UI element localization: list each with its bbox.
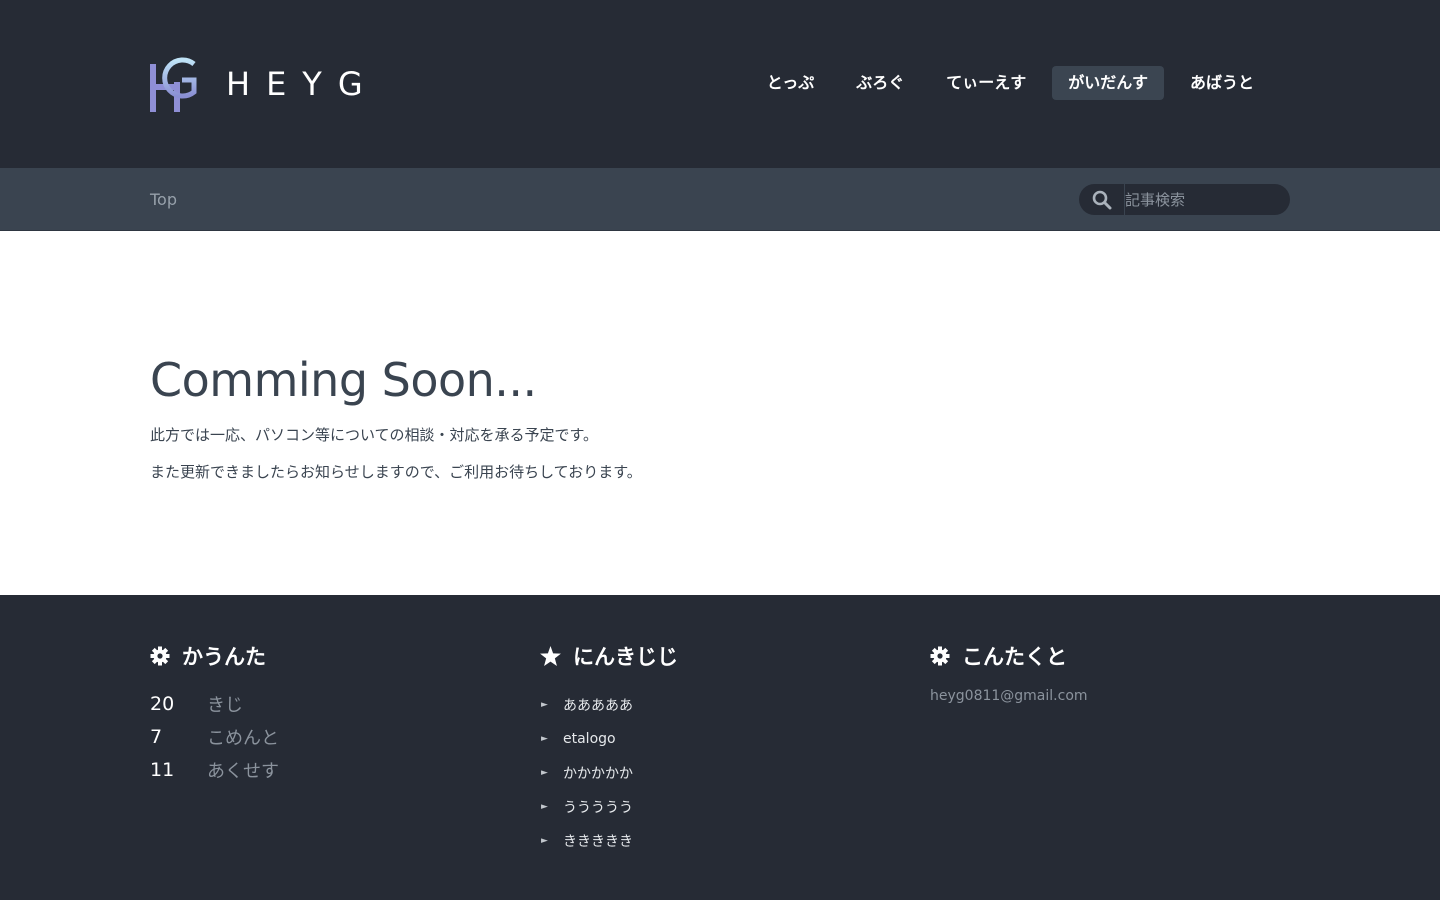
sub-bar: Top — [0, 168, 1440, 231]
list-item[interactable]: ► かかかかか — [540, 756, 678, 790]
bullet-icon: ► — [541, 802, 548, 812]
popular-list: ► あああああ ► etalogo ► かかかかか ► ううううう ► ききききき — [540, 688, 678, 858]
stat-row: 7 こめんと — [150, 720, 279, 753]
popular-title: にんきじじ — [540, 639, 678, 673]
main-nav: とっぷ ぶろぐ てぃーえす がいだんす あばうと — [751, 66, 1270, 100]
stat-value: 11 — [150, 758, 175, 781]
search-icon[interactable] — [1079, 184, 1125, 215]
popular-title-label: にんきじじ — [573, 645, 678, 669]
stat-row: 11 あくせす — [150, 753, 279, 786]
contact-widget: こんたくと heyg0811@gmail.com — [930, 639, 1088, 704]
search-box — [1079, 184, 1290, 215]
stat-value: 7 — [150, 725, 163, 748]
search-input[interactable] — [1125, 190, 1275, 209]
nav-item-ts[interactable]: てぃーえす — [930, 66, 1042, 100]
contact-title-label: こんたくと — [962, 645, 1067, 669]
site-logo[interactable]: HEYG — [150, 54, 379, 114]
main-content: Comming Soon... 此方では一応、パソコン等についての相談・対応を承… — [0, 231, 1440, 594]
nav-item-top[interactable]: とっぷ — [751, 66, 831, 100]
logo-text: HEYG — [226, 65, 379, 103]
bullet-icon: ► — [541, 734, 548, 744]
contact-title: こんたくと — [930, 639, 1088, 673]
list-item[interactable]: ► ききききき — [540, 824, 678, 858]
site-footer: かうんた 20 きじ 7 こめんと 11 あくせす にんきじじ ► あああああ — [0, 595, 1440, 900]
counter-stats: 20 きじ 7 こめんと 11 あくせす — [150, 687, 279, 786]
list-item[interactable]: ► etalogo — [540, 722, 678, 756]
page-title: Comming Soon... — [150, 353, 537, 407]
stat-row: 20 きじ — [150, 687, 279, 720]
list-item[interactable]: ► ううううう — [540, 790, 678, 824]
stat-label: きじ — [207, 694, 243, 716]
counter-title: かうんた — [150, 639, 279, 673]
nav-item-guidance[interactable]: がいだんす — [1052, 66, 1164, 100]
gear-icon — [930, 646, 950, 666]
bullet-icon: ► — [541, 836, 548, 846]
intro-paragraph: 此方では一応、パソコン等についての相談・対応を承る予定です。 — [150, 426, 599, 444]
list-item[interactable]: ► あああああ — [540, 688, 678, 722]
star-icon — [540, 646, 561, 666]
counter-widget: かうんた 20 きじ 7 こめんと 11 あくせす — [150, 639, 279, 786]
notice-paragraph: また更新できましたらお知らせしますので、ご利用お待ちしております。 — [150, 463, 642, 481]
stat-label: あくせす — [207, 760, 279, 782]
article-link[interactable]: ううううう — [563, 797, 633, 817]
stat-value: 20 — [150, 692, 175, 715]
article-link[interactable]: あああああ — [563, 695, 633, 715]
gear-icon — [150, 646, 170, 666]
bullet-icon: ► — [541, 700, 548, 710]
bullet-icon: ► — [541, 768, 548, 778]
contact-email-link[interactable]: heyg0811@gmail.com — [930, 688, 1088, 704]
popular-articles-widget: にんきじじ ► あああああ ► etalogo ► かかかかか ► ううううう ► ききき… — [540, 639, 678, 858]
nav-item-about[interactable]: あばうと — [1174, 66, 1270, 100]
counter-title-label: かうんた — [182, 645, 266, 669]
site-header: HEYG とっぷ ぶろぐ てぃーえす がいだんす あばうと — [0, 0, 1440, 168]
nav-item-blog[interactable]: ぶろぐ — [840, 66, 920, 100]
article-link[interactable]: かかかかか — [563, 763, 633, 783]
breadcrumb-top[interactable]: Top — [150, 190, 177, 209]
logo-mark-icon — [150, 57, 197, 112]
article-link[interactable]: etalogo — [563, 731, 616, 747]
stat-label: こめんと — [207, 727, 279, 749]
article-link[interactable]: ききききき — [563, 831, 633, 851]
